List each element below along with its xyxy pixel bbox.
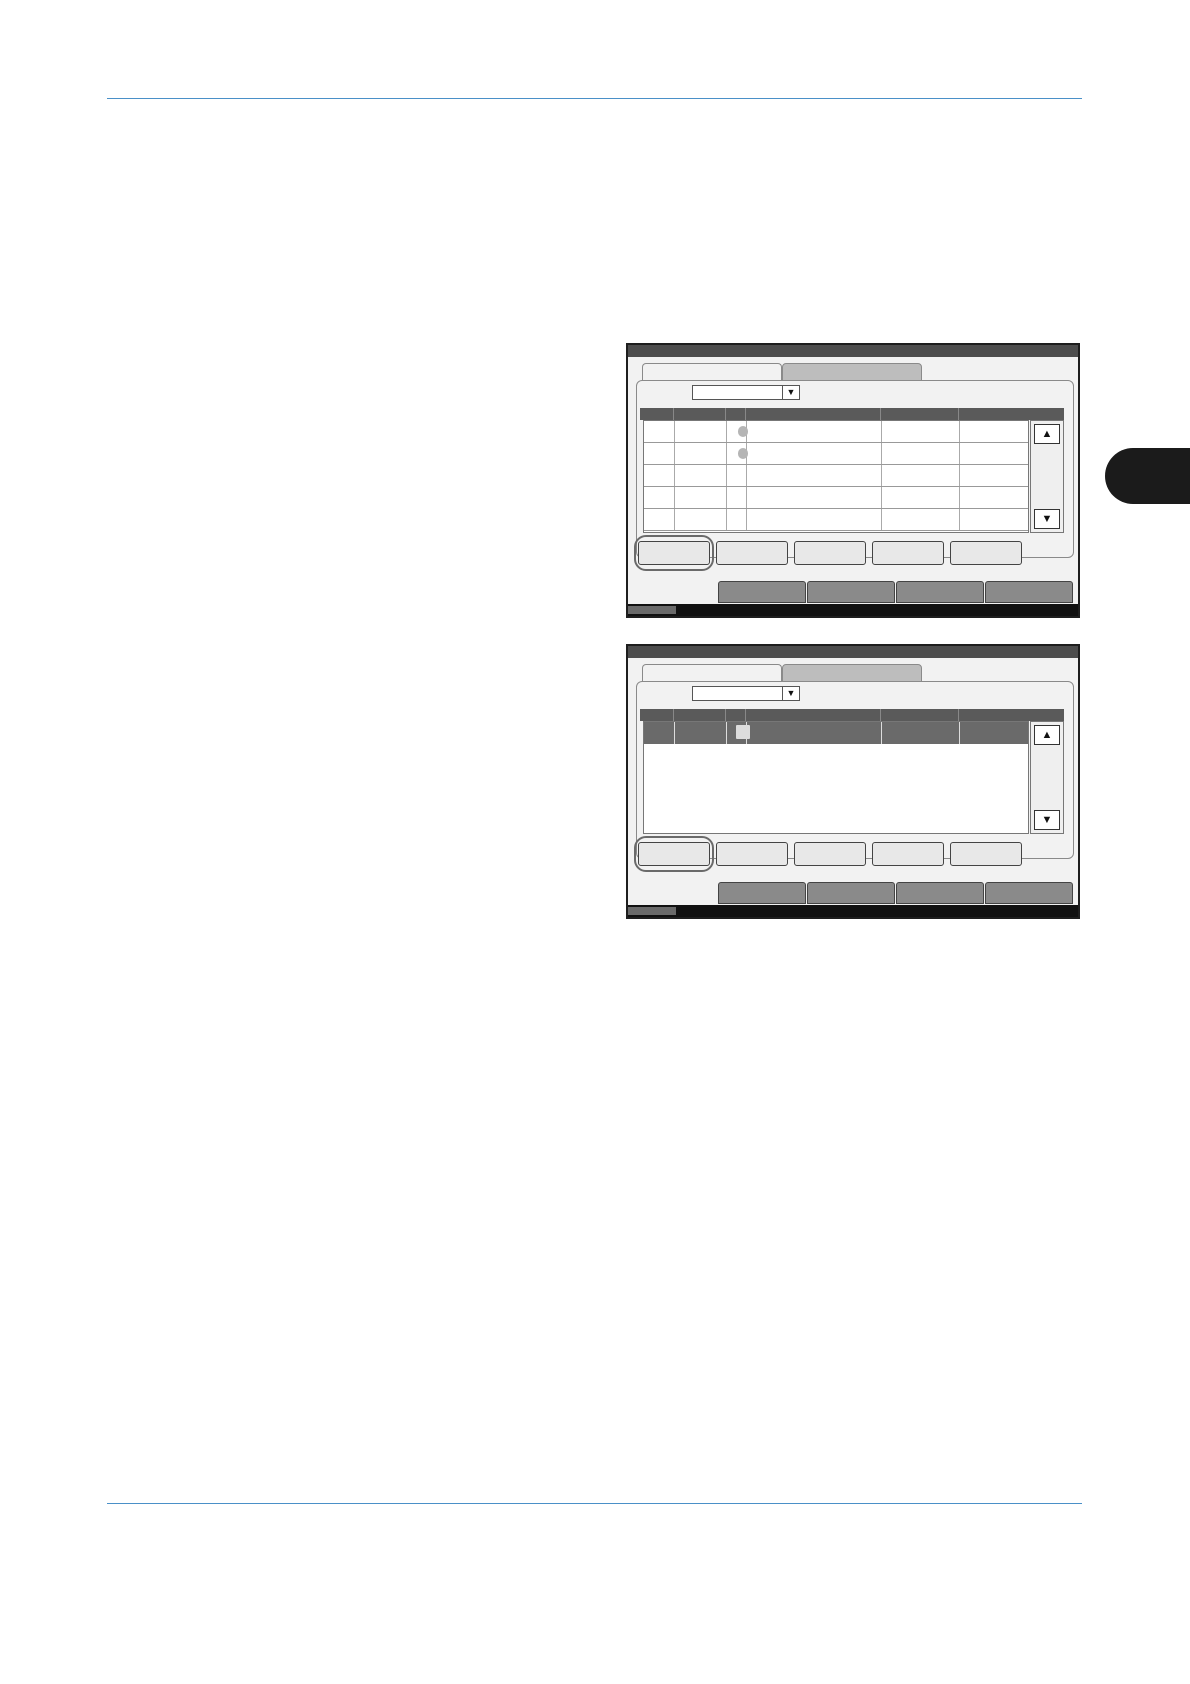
footer-rule [107, 1503, 1082, 1504]
chevron-down-icon[interactable]: ▼ [782, 687, 799, 700]
list-header [640, 709, 1064, 721]
document-icon [738, 448, 748, 459]
action-button-2[interactable] [716, 541, 788, 565]
bottom-tab-3[interactable] [807, 882, 895, 904]
header-divider [745, 709, 746, 721]
header-divider [880, 408, 881, 420]
header-divider [958, 408, 959, 420]
header-divider [673, 709, 674, 721]
tab-inactive[interactable] [782, 363, 922, 381]
header-divider [958, 709, 959, 721]
action-button-4[interactable] [872, 541, 944, 565]
bottom-tab-1[interactable] [628, 581, 716, 603]
action-button-5[interactable] [950, 842, 1022, 866]
list-item[interactable] [644, 421, 1028, 443]
header-divider [880, 709, 881, 721]
scroll-down-icon[interactable]: ▼ [1034, 509, 1060, 529]
sort-dropdown[interactable]: ▼ [692, 385, 800, 400]
chapter-tab [1105, 448, 1190, 504]
header-divider [725, 408, 726, 420]
title-bar [628, 646, 1078, 658]
bottom-tab-4[interactable] [896, 882, 984, 904]
bottom-tab-5[interactable] [985, 581, 1073, 603]
scroll-up-icon[interactable]: ▲ [1034, 725, 1060, 745]
header-divider [745, 408, 746, 420]
action-button-1[interactable] [638, 541, 710, 565]
list-item[interactable] [644, 443, 1028, 465]
action-button-3[interactable] [794, 541, 866, 565]
file-list [643, 721, 1029, 834]
sort-dropdown[interactable]: ▼ [692, 686, 800, 701]
document-icon [736, 725, 750, 739]
header-rule [107, 98, 1082, 99]
list-item[interactable] [644, 465, 1028, 487]
bottom-tab-2[interactable] [718, 581, 806, 603]
list-item[interactable] [644, 487, 1028, 509]
scroll-down-icon[interactable]: ▼ [1034, 810, 1060, 830]
action-button-5[interactable] [950, 541, 1022, 565]
bottom-tab-3[interactable] [807, 581, 895, 603]
action-button-3[interactable] [794, 842, 866, 866]
header-divider [673, 408, 674, 420]
bottom-tab-2[interactable] [718, 882, 806, 904]
bottom-tab-1[interactable] [628, 882, 716, 904]
list-header [640, 408, 1064, 420]
bottom-tab-5[interactable] [985, 882, 1073, 904]
scrollbar[interactable]: ▲ ▼ [1030, 721, 1064, 834]
status-bar [628, 905, 1078, 917]
screen-1: ▼ ▲ ▼ [626, 343, 1080, 618]
title-bar [628, 345, 1078, 357]
header-divider [725, 709, 726, 721]
bottom-tab-4[interactable] [896, 581, 984, 603]
action-button-4[interactable] [872, 842, 944, 866]
file-list [643, 420, 1029, 533]
document-icon [738, 426, 748, 437]
scrollbar[interactable]: ▲ ▼ [1030, 420, 1064, 533]
scroll-up-icon[interactable]: ▲ [1034, 424, 1060, 444]
chevron-down-icon[interactable]: ▼ [782, 386, 799, 399]
status-bar [628, 604, 1078, 616]
list-item[interactable] [644, 509, 1028, 531]
tab-inactive[interactable] [782, 664, 922, 682]
action-button-2[interactable] [716, 842, 788, 866]
action-button-1[interactable] [638, 842, 710, 866]
screen-2: ▼ ▲ ▼ [626, 644, 1080, 919]
list-item-selected[interactable] [644, 722, 1028, 744]
